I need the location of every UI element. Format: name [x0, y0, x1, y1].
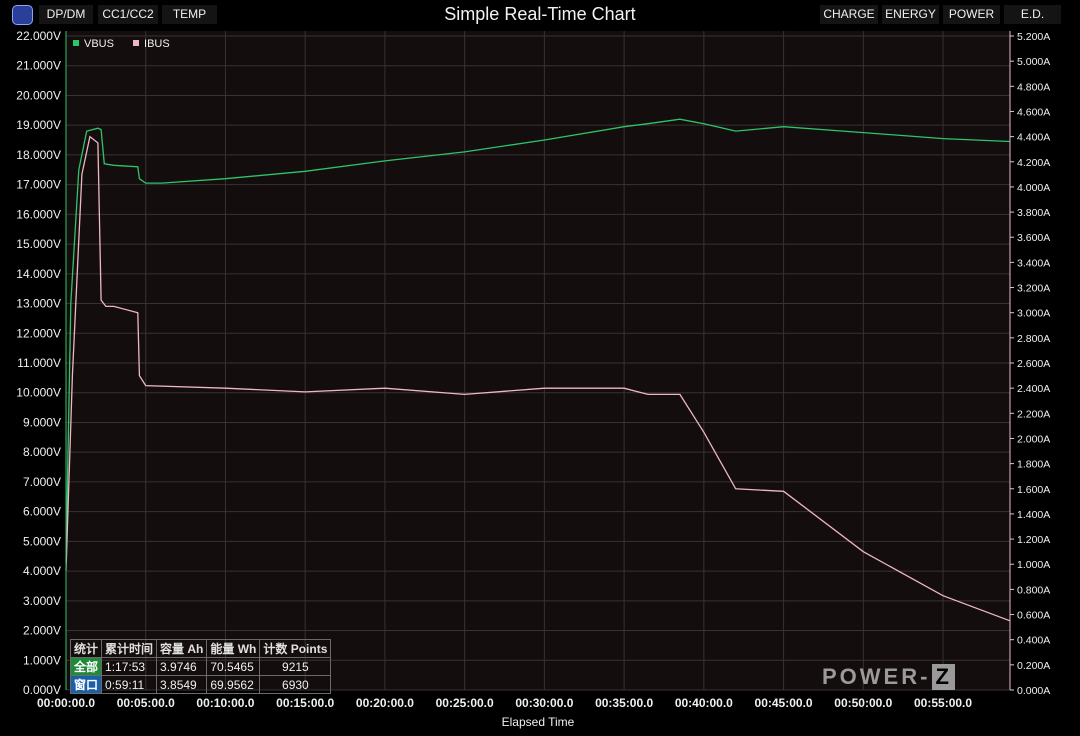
- legend-item-ibus: IBUS: [133, 38, 170, 50]
- y-right-tick-label: 3.400A: [1017, 257, 1050, 269]
- y-left-tick-label: 12.000V: [16, 326, 61, 340]
- y-left-tick-label: 10.000V: [16, 386, 61, 400]
- y-right-tick-label: 1.800A: [1017, 459, 1050, 471]
- x-axis-label: Elapsed Time: [502, 715, 575, 729]
- y-right-tick-label: 2.000A: [1017, 433, 1050, 445]
- y-right-tick-label: 3.800A: [1017, 207, 1050, 219]
- stats-ah: 3.8549: [156, 675, 208, 694]
- y-right-tick-label: 2.400A: [1017, 383, 1050, 395]
- stats-points: 9215: [259, 657, 332, 676]
- y-left-tick-label: 2.000V: [23, 624, 61, 638]
- x-tick-label: 00:45:00.0: [755, 696, 813, 710]
- y-left-tick-label: 21.000V: [16, 59, 61, 73]
- x-tick-label: 00:25:00.0: [436, 696, 494, 710]
- stats-header-row: 统计 累计时间 容量 Ah 能量 Wh 计数 Points: [69, 639, 332, 658]
- y-right-tick-label: 0.800A: [1017, 584, 1050, 596]
- y-right-tick-label: 1.400A: [1017, 509, 1050, 521]
- y-left-tick-label: 5.000V: [23, 534, 61, 548]
- legend-item-vbus: VBUS: [73, 38, 114, 50]
- x-axis: 00:00:00.0 00:05:00.0 00:10:00.0 00:15:00.0…: [37, 696, 972, 710]
- power-z-logo: POWER- Z: [822, 664, 955, 690]
- y-right-tick-label: 1.200A: [1017, 534, 1050, 546]
- y-left-tick-label: 22.000V: [16, 29, 61, 43]
- y-right-tick-label: 3.600A: [1017, 232, 1050, 244]
- y-left-tick-label: 3.000V: [23, 594, 61, 608]
- y-right-tick-label: 1.600A: [1017, 484, 1050, 496]
- stats-row-window: 窗口 0:59:11 3.8549 69.9562 6930: [69, 675, 332, 694]
- y-right-tick-label: 0.400A: [1017, 635, 1050, 647]
- y-left-tick-label: 18.000V: [16, 148, 61, 162]
- x-tick-label: 00:15:00.0: [276, 696, 334, 710]
- y-right-tick-label: 5.200A: [1017, 31, 1050, 43]
- y-left-tick-label: 0.000V: [23, 683, 61, 697]
- y-left-tick-label: 11.000V: [17, 356, 61, 370]
- stats-header: 容量 Ah: [156, 639, 208, 658]
- y-left-tick-label: 16.000V: [16, 207, 61, 221]
- stats-header: 统计: [69, 639, 103, 658]
- x-tick-label: 00:10:00.0: [196, 696, 254, 710]
- y-left-tick-label: 6.000V: [23, 505, 61, 519]
- y-left-tick-label: 15.000V: [16, 237, 61, 251]
- stats-wh: 69.9562: [206, 675, 261, 694]
- chart-area: 0.000V 1.000V 2.000V 3.000V 4.000V 5.000V 6.00…: [16, 29, 1050, 729]
- y-right-tick-label: 0.000A: [1017, 685, 1050, 697]
- y-right-tick-label: 4.800A: [1017, 81, 1050, 93]
- x-tick-label: 00:40:00.0: [675, 696, 733, 710]
- y-left-tick-label: 13.000V: [16, 297, 61, 311]
- y-left-tick-label: 7.000V: [23, 475, 61, 489]
- y-right-tick-label: 2.800A: [1017, 333, 1050, 345]
- x-tick-label: 00:55:00.0: [914, 696, 972, 710]
- y-axis-right: 0.000A 0.200A 0.400A 0.600A 0.800A 1.000A 1.20…: [1010, 31, 1050, 697]
- stats-wh: 70.5465: [206, 657, 261, 676]
- x-tick-label: 00:50:00.0: [834, 696, 892, 710]
- stats-time: 0:59:11: [101, 675, 158, 694]
- y-right-tick-label: 3.200A: [1017, 283, 1050, 295]
- y-right-tick-label: 5.000A: [1017, 56, 1050, 68]
- stats-row-label: 窗口: [69, 675, 103, 694]
- y-right-tick-label: 4.400A: [1017, 132, 1050, 144]
- y-left-tick-label: 8.000V: [23, 445, 61, 459]
- y-left-tick-label: 1.000V: [23, 653, 61, 667]
- y-right-tick-label: 4.000A: [1017, 182, 1050, 194]
- y-left-tick-label: 14.000V: [16, 267, 61, 281]
- x-tick-label: 00:35:00.0: [595, 696, 653, 710]
- y-left-tick-label: 17.000V: [16, 178, 61, 192]
- stats-ah: 3.9746: [156, 657, 208, 676]
- y-right-tick-label: 4.200A: [1017, 157, 1050, 169]
- x-tick-label: 00:20:00.0: [356, 696, 414, 710]
- legend: VBUS IBUS: [73, 38, 170, 50]
- y-right-tick-label: 0.600A: [1017, 610, 1050, 622]
- stats-points: 6930: [259, 675, 332, 694]
- stats-time: 1:17:53: [101, 657, 158, 676]
- y-right-tick-label: 2.200A: [1017, 408, 1050, 420]
- stats-row-label: 全部: [69, 657, 103, 676]
- y-right-tick-label: 0.200A: [1017, 660, 1050, 672]
- x-tick-label: 00:00:00.0: [37, 696, 95, 710]
- stats-header: 累计时间: [101, 639, 158, 658]
- y-left-tick-label: 20.000V: [16, 88, 61, 102]
- y-right-tick-label: 4.600A: [1017, 106, 1050, 118]
- y-left-tick-label: 19.000V: [16, 118, 61, 132]
- x-tick-label: 00:05:00.0: [117, 696, 175, 710]
- stats-table: 统计 累计时间 容量 Ah 能量 Wh 计数 Points 全部 1:17:53…: [69, 639, 332, 694]
- y-left-tick-label: 9.000V: [23, 415, 61, 429]
- y-right-tick-label: 1.000A: [1017, 559, 1050, 571]
- y-right-tick-label: 3.000A: [1017, 308, 1050, 320]
- y-left-tick-label: 4.000V: [23, 564, 61, 578]
- stats-header: 计数 Points: [259, 639, 332, 658]
- y-axis-left: 0.000V 1.000V 2.000V 3.000V 4.000V 5.000V 6.00…: [16, 29, 61, 697]
- y-right-tick-label: 2.600A: [1017, 358, 1050, 370]
- x-tick-label: 00:30:00.0: [515, 696, 573, 710]
- stats-header: 能量 Wh: [206, 639, 261, 658]
- plot-background: [66, 31, 1010, 690]
- stats-row-all: 全部 1:17:53 3.9746 70.5465 9215: [69, 657, 332, 676]
